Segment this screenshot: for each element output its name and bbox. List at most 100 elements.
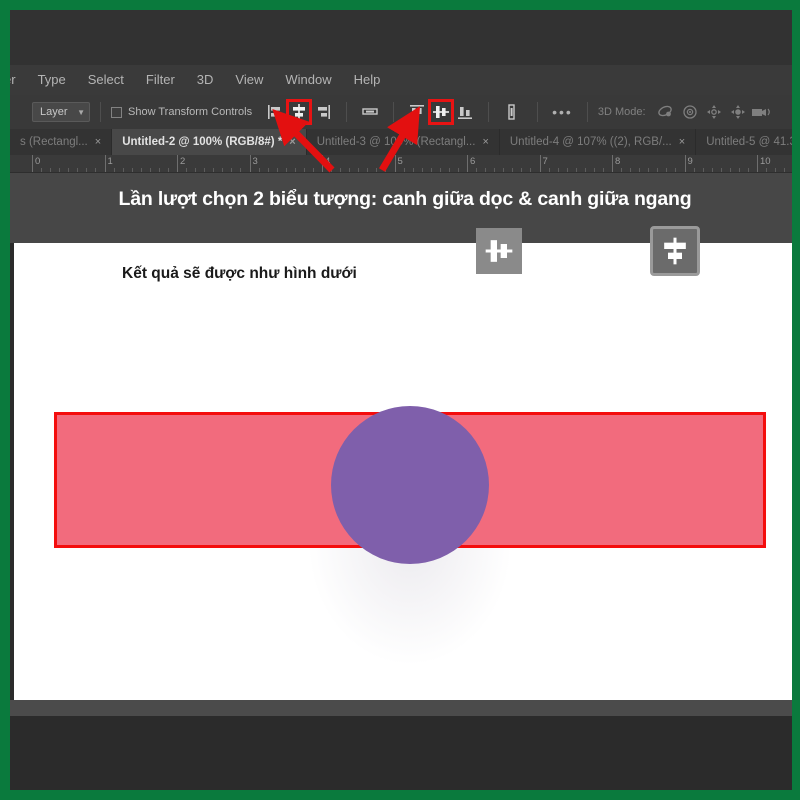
- distribute-horizontal-button[interactable]: [359, 101, 381, 123]
- annotation-subtitle: Kết quả sẽ được như hình dưới: [122, 265, 357, 282]
- 3d-camera-button[interactable]: [750, 101, 774, 123]
- options-bar: Layer ▼ Show Transform Controls ••• 3D M…: [10, 95, 792, 129]
- ruler-minor-tick: [149, 168, 151, 172]
- tab-label: Untitled-2 @ 100% (RGB/8#) *: [122, 136, 283, 148]
- align-vertical-centers-button[interactable]: [428, 99, 455, 125]
- ruler-minor-tick: [548, 168, 550, 172]
- ruler-minor-tick: [494, 168, 496, 172]
- tab-rectangl[interactable]: s (Rectangl... ×: [10, 129, 113, 155]
- tab-untitled-2[interactable]: Untitled-2 @ 100% (RGB/8#) * ×: [112, 129, 307, 155]
- close-icon[interactable]: ×: [95, 136, 101, 148]
- ruler-minor-tick: [448, 168, 450, 172]
- annotation-title: Lần lượt chọn 2 biểu tượng: canh giữa dọ…: [118, 188, 692, 210]
- 3d-orbit-button[interactable]: [654, 101, 678, 123]
- ruler-minor-tick: [195, 168, 197, 172]
- ruler-minor-tick: [59, 168, 61, 172]
- divider: [100, 102, 101, 122]
- ruler-major-tick: [322, 155, 323, 172]
- align-horizontal-group: [264, 99, 523, 125]
- ruler-minor-tick: [485, 168, 487, 172]
- tab-label: Untitled-3 @ 100% (Rectangl...: [316, 136, 476, 148]
- ruler-major-tick: [249, 155, 251, 172]
- align-bottom-edges-icon: [458, 107, 473, 119]
- checkbox-icon[interactable]: [111, 106, 122, 118]
- ruler-minor-tick: [666, 168, 668, 172]
- ruler-minor-tick: [213, 168, 215, 172]
- slide-3d-icon: [730, 105, 745, 119]
- show-transform-controls-checkbox[interactable]: Show Transform Controls: [111, 106, 252, 118]
- menu-help[interactable]: Help: [343, 65, 392, 95]
- ruler-minor-tick: [702, 168, 704, 172]
- align-bottom-edges-button[interactable]: [454, 101, 476, 123]
- horizontal-ruler: 0 1 2 3 4 5 6 7 8 9 10: [10, 155, 792, 173]
- align-horizontal-centers-icon: [293, 104, 306, 120]
- more-options-button[interactable]: •••: [548, 104, 577, 120]
- ruler-minor-tick: [693, 168, 695, 172]
- ruler-minor-tick: [512, 168, 514, 172]
- ruler-minor-tick: [376, 168, 378, 172]
- menu-type[interactable]: Type: [27, 65, 77, 95]
- show-transform-controls-label: Show Transform Controls: [128, 106, 253, 118]
- distribute-vertical-icon: [508, 104, 515, 120]
- screenshot-root: er Type Select Filter 3D View Window Hel…: [0, 0, 800, 800]
- 3d-roll-button[interactable]: [678, 101, 702, 123]
- ruler-minor-tick: [403, 168, 405, 172]
- menu-3d[interactable]: 3D: [186, 65, 225, 95]
- align-right-edges-button[interactable]: [312, 101, 334, 123]
- ruler-label: 7: [542, 156, 548, 167]
- purple-circle-shape[interactable]: [331, 406, 489, 564]
- menu-filter[interactable]: Filter: [135, 65, 186, 95]
- ruler-minor-tick: [86, 168, 88, 172]
- ruler-minor-tick: [621, 168, 623, 172]
- close-icon[interactable]: ×: [679, 136, 685, 148]
- menu-view[interactable]: View: [224, 65, 274, 95]
- ruler-minor-tick: [775, 168, 777, 172]
- ruler-minor-tick: [602, 168, 604, 172]
- ruler-minor-tick: [68, 168, 70, 172]
- 3d-pan-button[interactable]: [702, 101, 726, 123]
- status-bar-strip: [10, 700, 792, 716]
- chevron-down-icon: ▼: [77, 107, 85, 117]
- 3d-slide-button[interactable]: [726, 101, 750, 123]
- callout-align-vertical-centers: [476, 228, 522, 274]
- align-horizontal-centers-button[interactable]: [286, 99, 313, 125]
- tab-untitled-4[interactable]: Untitled-4 @ 107% ((2), RGB/... ×: [499, 129, 697, 155]
- layer-select[interactable]: Layer ▼: [32, 102, 90, 122]
- ruler-minor-tick: [167, 168, 169, 172]
- ruler-minor-tick: [593, 168, 595, 172]
- ruler-minor-tick: [140, 168, 142, 172]
- menu-select[interactable]: Select: [77, 65, 135, 95]
- orbit-3d-icon: [657, 105, 672, 117]
- align-vertical-centers-icon: [485, 240, 513, 262]
- camera-3d-icon: [751, 108, 770, 116]
- ruler-minor-tick: [557, 168, 559, 172]
- menu-window[interactable]: Window: [274, 65, 342, 95]
- ruler-minor-tick: [657, 168, 659, 172]
- distribute-horizontal-icon: [362, 108, 378, 115]
- align-left-edges-button[interactable]: [264, 101, 286, 123]
- tab-untitled-5[interactable]: Untitled-5 @ 41.3% (: [696, 129, 792, 155]
- align-vertical-centers-icon: [433, 106, 450, 118]
- ruler-major-tick: [467, 155, 468, 172]
- ruler-label: 6: [470, 156, 476, 167]
- menu-filter-clipped[interactable]: er: [10, 65, 27, 95]
- ruler-minor-tick: [303, 168, 305, 172]
- align-horizontal-centers-icon: [664, 237, 686, 265]
- ruler-minor-tick: [784, 168, 786, 172]
- ruler-label: 3: [252, 156, 258, 167]
- align-top-edges-button[interactable]: [406, 101, 428, 123]
- callout-align-horizontal-centers: [650, 226, 700, 276]
- ruler-label: 0: [35, 156, 41, 167]
- close-icon[interactable]: ×: [289, 136, 295, 148]
- ruler-minor-tick: [766, 168, 768, 172]
- ruler-minor-tick: [738, 168, 740, 172]
- ruler-minor-tick: [285, 168, 287, 172]
- ruler-minor-tick: [50, 168, 52, 172]
- ruler-minor-tick: [358, 168, 360, 172]
- distribute-vertical-button[interactable]: [501, 101, 523, 123]
- tab-untitled-3[interactable]: Untitled-3 @ 100% (Rectangl... ×: [306, 129, 500, 155]
- layer-select-value: Layer: [40, 106, 68, 118]
- ruler-minor-tick: [412, 168, 414, 172]
- close-icon[interactable]: ×: [482, 136, 488, 148]
- divider: [346, 102, 348, 122]
